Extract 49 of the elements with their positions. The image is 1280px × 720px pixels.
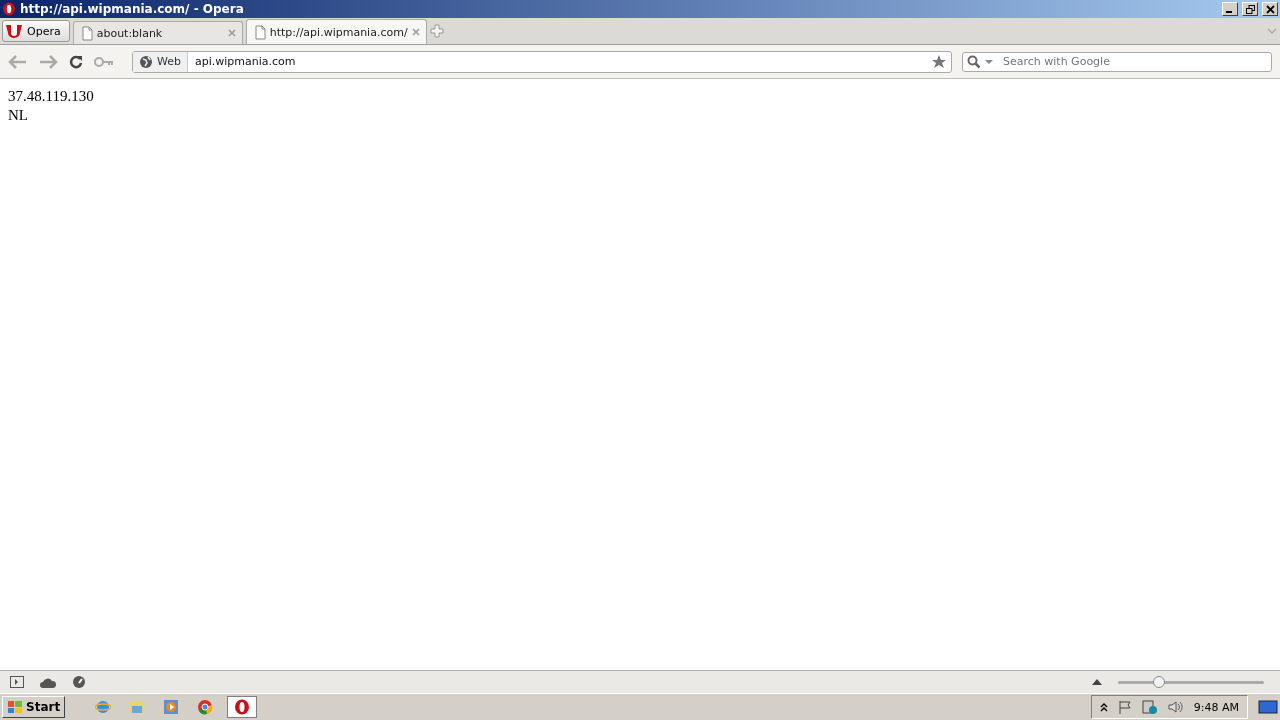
chevron-icon[interactable] [1099, 702, 1108, 712]
address-field[interactable]: Web api.wipmania.com [132, 50, 952, 73]
new-tab-icon[interactable] [429, 24, 444, 38]
globe-icon [95, 699, 112, 715]
close-icon [1265, 4, 1275, 14]
opera-menu-button[interactable]: Opera [2, 20, 70, 42]
page-text: 37.48.119.130 [8, 87, 95, 106]
page-icon [252, 24, 266, 40]
panel-icon[interactable] [10, 676, 24, 688]
taskbar-button[interactable] [227, 696, 258, 718]
opera-icon [2, 2, 16, 16]
minimize-button[interactable] [1222, 2, 1238, 16]
restore-icon [1245, 4, 1255, 14]
windows-logo-icon [7, 700, 23, 714]
slider-thumb[interactable] [1152, 675, 1165, 688]
url-text: api.wipmania.com [194, 55, 297, 68]
network-icon[interactable] [1141, 699, 1158, 715]
search-field[interactable]: Search with Google [962, 51, 1272, 72]
reload-icon[interactable] [68, 53, 84, 70]
start-button[interactable]: Start [2, 696, 66, 718]
caret-icon[interactable] [1092, 679, 1102, 685]
desktop-icon[interactable] [1258, 699, 1278, 715]
browser-tab[interactable]: about:blank [72, 21, 243, 44]
search-icon [967, 54, 981, 69]
key-icon[interactable] [94, 55, 114, 68]
window-title: http://api.wipmania.com/ - Opera [20, 2, 245, 16]
chrome-icon [197, 699, 214, 715]
close-icon[interactable] [411, 28, 420, 36]
browser-tab[interactable]: http://api.wipmania.com/ [245, 19, 427, 44]
star-icon[interactable] [931, 54, 947, 69]
folder-icon [129, 699, 146, 715]
back-icon[interactable] [8, 54, 28, 69]
opera-logo-icon [5, 24, 23, 38]
flag-icon[interactable] [1117, 700, 1132, 714]
speedometer-icon[interactable] [72, 675, 86, 689]
globe-icon [139, 54, 153, 69]
forward-icon[interactable] [38, 54, 58, 69]
close-icon[interactable] [227, 29, 236, 37]
caret-icon[interactable] [985, 58, 993, 65]
restore-button[interactable] [1242, 2, 1258, 16]
clock: 9:48 AM [1193, 700, 1239, 714]
opera-icon [234, 699, 251, 715]
web-badge[interactable]: Web [133, 51, 188, 72]
close-button[interactable] [1262, 2, 1278, 16]
page-text: NL [8, 106, 29, 125]
cloud-icon[interactable] [40, 676, 56, 688]
page-icon [79, 25, 93, 41]
play-icon [163, 699, 180, 715]
speaker-icon[interactable] [1167, 700, 1184, 714]
